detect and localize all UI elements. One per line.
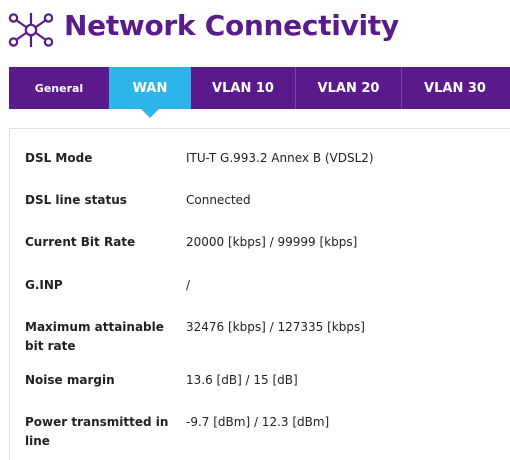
- wan-status-panel: DSL Mode ITU-T G.993.2 Annex B (VDSL2) D…: [9, 128, 510, 460]
- row-label: G.INP: [25, 278, 63, 292]
- tab-vlan-20[interactable]: VLAN 20: [295, 67, 401, 109]
- row-label: Noise margin: [25, 373, 115, 387]
- network-nodes-icon: [8, 13, 54, 47]
- tab-wan-label: WAN: [132, 80, 168, 96]
- row-label: Power transmitted in line: [25, 415, 169, 448]
- tab-vlan-10[interactable]: VLAN 10: [191, 67, 295, 109]
- row-value: /: [186, 278, 191, 292]
- row-value: 32476 [kbps] / 127335 [kbps]: [186, 320, 365, 334]
- tab-bar: General WAN VLAN 10 VLAN 20 VLAN 30: [9, 67, 510, 118]
- row-value: 20000 [kbps] / 99999 [kbps]: [186, 235, 358, 249]
- page-title: Network Connectivity: [64, 9, 399, 42]
- row-value: -9.7 [dBm] / 12.3 [dBm]: [186, 415, 330, 429]
- row-label: DSL line status: [25, 193, 127, 207]
- page-header: Network Connectivity: [0, 0, 510, 62]
- row-label: Current Bit Rate: [25, 235, 136, 249]
- row-label: DSL Mode: [25, 151, 93, 165]
- active-tab-pointer: [141, 109, 159, 118]
- tab-general[interactable]: General: [9, 67, 109, 109]
- tab-wan[interactable]: WAN: [109, 67, 191, 118]
- row-value: ITU-T G.993.2 Annex B (VDSL2): [186, 151, 374, 165]
- tab-vlan-30[interactable]: VLAN 30: [401, 67, 508, 109]
- row-label: Maximum attainable bit rate: [25, 320, 164, 353]
- row-value: Connected: [186, 193, 251, 207]
- row-value: 13.6 [dB] / 15 [dB]: [186, 373, 298, 387]
